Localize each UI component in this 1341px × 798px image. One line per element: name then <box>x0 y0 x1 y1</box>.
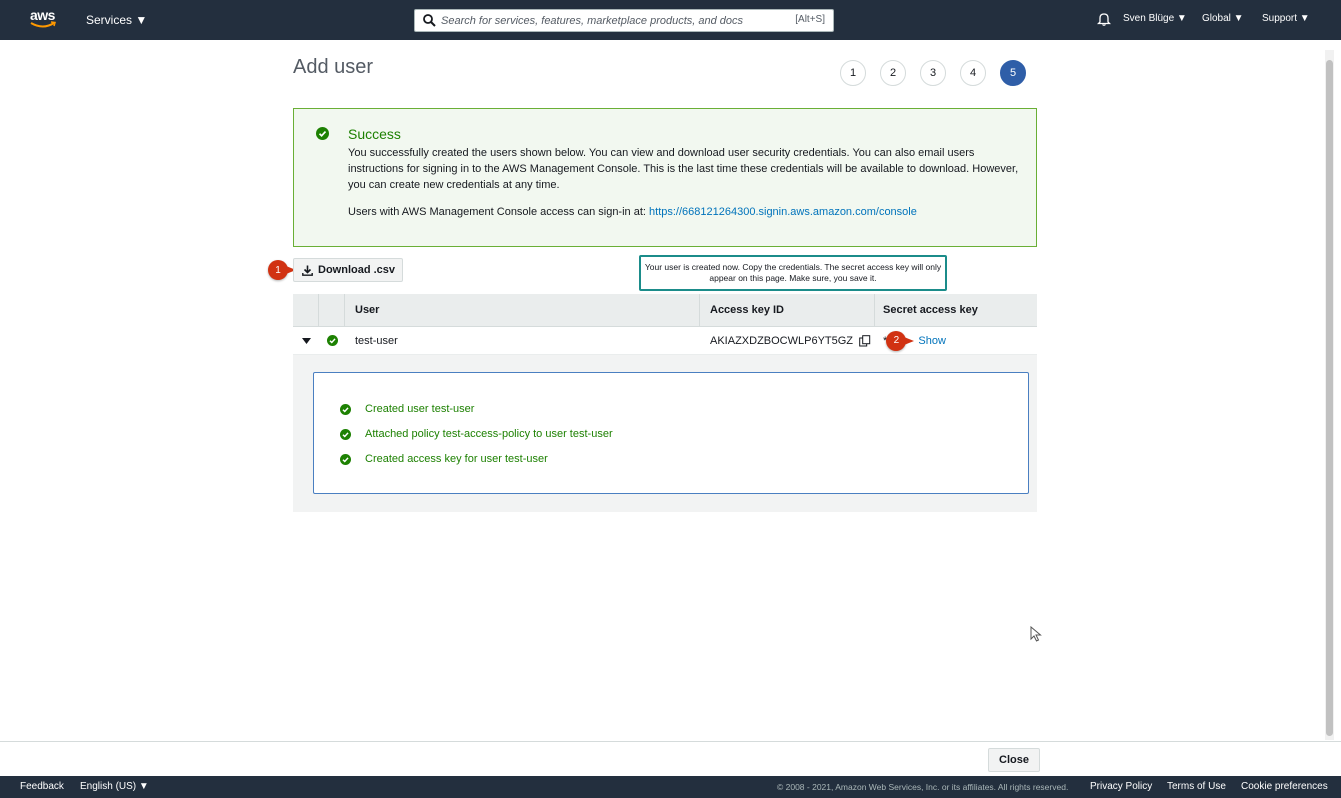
download-icon <box>302 265 313 276</box>
list-item: Attached policy test-access-policy to us… <box>340 428 613 440</box>
column-header-secret: Secret access key <box>883 304 978 316</box>
aws-logo-text: aws <box>30 7 55 23</box>
success-message: You successfully created the users shown… <box>348 147 1019 191</box>
search-shortcut: [Alt+S] <box>795 14 825 25</box>
check-circle-icon <box>340 453 351 465</box>
top-navigation: aws Services ▼ [Alt+S] Sven Blüge ▼ Glob… <box>0 0 1341 40</box>
step-3: 3 <box>920 60 946 86</box>
step-1: 1 <box>840 60 866 86</box>
search-bar[interactable]: [Alt+S] <box>414 9 834 32</box>
check-circle-icon <box>326 335 338 346</box>
log-text: Created access key for user test-user <box>365 453 548 465</box>
step-5: 5 <box>1000 60 1026 86</box>
feedback-link[interactable]: Feedback <box>20 781 64 792</box>
aws-logo[interactable]: aws <box>30 8 60 32</box>
row-detail-panel: Created user test-user Attached policy t… <box>293 355 1037 512</box>
region-menu[interactable]: Global ▼ <box>1202 13 1244 24</box>
column-header-access-key: Access key ID <box>700 294 875 326</box>
scrollbar-thumb[interactable] <box>1326 60 1333 736</box>
cursor-icon <box>1030 626 1042 642</box>
terms-of-use-link[interactable]: Terms of Use <box>1167 781 1226 792</box>
privacy-policy-link[interactable]: Privacy Policy <box>1090 781 1152 792</box>
page-scrollbar[interactable] <box>1325 50 1334 740</box>
table-header: User Access key ID Secret access key <box>293 294 1037 327</box>
check-circle-icon <box>340 403 351 415</box>
check-circle-icon <box>316 127 329 140</box>
search-input[interactable] <box>441 12 771 29</box>
success-alert: Success You successfully created the use… <box>293 108 1037 247</box>
caret-down-icon[interactable] <box>301 337 311 344</box>
bell-icon[interactable] <box>1097 12 1111 26</box>
account-menu[interactable]: Sven Blüge ▼ <box>1123 13 1187 24</box>
step-2: 2 <box>880 60 906 86</box>
page-title: Add user <box>293 56 374 78</box>
table-row: test-user AKIAZXDZBOCWLP6YT5GZ ***** 2 S… <box>293 327 1037 355</box>
language-selector[interactable]: English (US) ▼ <box>80 781 149 792</box>
signin-url-link[interactable]: https://668121264300.signin.aws.amazon.c… <box>649 206 917 218</box>
step-4: 4 <box>960 60 986 86</box>
list-item: Created access key for user test-user <box>340 453 548 465</box>
show-secret-link[interactable]: Show <box>918 335 946 347</box>
creation-log: Created user test-user Attached policy t… <box>313 372 1029 494</box>
console-footer: Feedback English (US) ▼ © 2008 - 2021, A… <box>0 776 1341 798</box>
row-user-name: test-user <box>355 334 398 347</box>
close-button[interactable]: Close <box>988 748 1040 772</box>
success-heading: Success <box>348 126 401 142</box>
check-circle-icon <box>340 428 351 440</box>
copyright-text: © 2008 - 2021, Amazon Web Services, Inc.… <box>777 782 1069 792</box>
signin-info: Users with AWS Management Console access… <box>348 206 917 218</box>
column-header-user: User <box>345 294 700 326</box>
search-icon <box>423 14 436 27</box>
download-csv-label: Download .csv <box>318 264 396 276</box>
copy-icon[interactable] <box>859 334 871 347</box>
support-menu[interactable]: Support ▼ <box>1262 13 1310 24</box>
instruction-callout: Your user is created now. Copy the crede… <box>639 255 947 291</box>
list-item: Created user test-user <box>340 403 474 415</box>
log-text: Created user test-user <box>365 403 475 415</box>
download-csv-button[interactable]: Download .csv <box>293 258 403 282</box>
signin-prefix: Users with AWS Management Console access… <box>348 206 650 218</box>
access-key-id: AKIAZXDZBOCWLP6YT5GZ <box>710 334 854 347</box>
log-text: Attached policy test-access-policy to us… <box>365 428 613 440</box>
services-menu[interactable]: Services ▼ <box>86 13 147 27</box>
annotation-badge-2: 2 <box>886 330 915 351</box>
annotation-badge-1: 1 <box>268 260 296 280</box>
credentials-table: User Access key ID Secret access key tes… <box>293 294 1037 512</box>
cookie-preferences-link[interactable]: Cookie preferences <box>1241 781 1328 792</box>
wizard-steps: 1 2 3 4 5 <box>840 60 1026 86</box>
divider <box>0 741 1341 742</box>
